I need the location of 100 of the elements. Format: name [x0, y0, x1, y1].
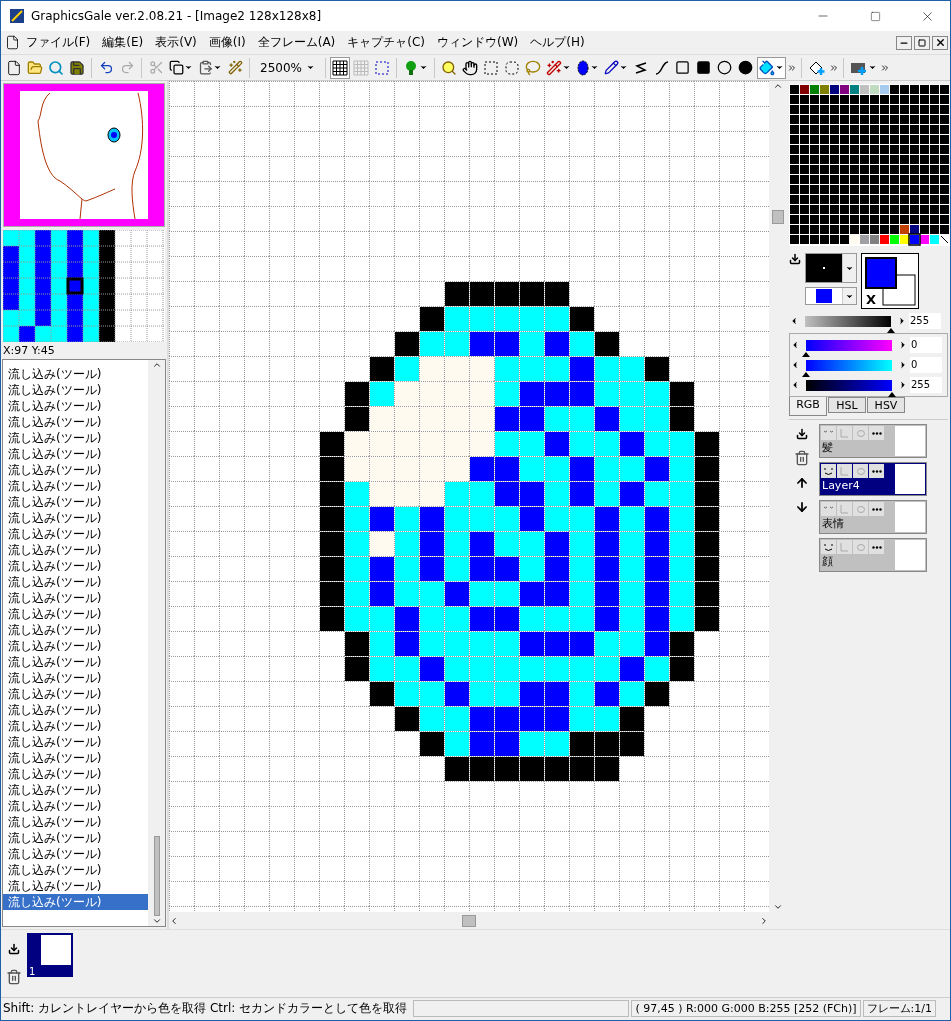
more-icon[interactable]	[828, 62, 839, 73]
download-icon[interactable]	[8, 942, 20, 955]
history-item[interactable]: 流し込み(ツール)	[3, 750, 148, 766]
slider-thumb[interactable]	[887, 327, 895, 333]
history-item[interactable]: 流し込み(ツール)	[3, 478, 148, 494]
menu-item[interactable]: ウィンドウ(W)	[431, 34, 525, 51]
fill-button[interactable]	[756, 56, 786, 79]
history-item[interactable]: 流し込み(ツール)	[3, 830, 148, 846]
history-item[interactable]: 流し込み(ツール)	[3, 734, 148, 750]
history-item[interactable]: 流し込み(ツール)	[3, 718, 148, 734]
history-item[interactable]: 流し込み(ツール)	[3, 686, 148, 702]
options-button[interactable]	[869, 426, 884, 440]
history-item[interactable]: 流し込み(ツール)	[3, 622, 148, 638]
value-field[interactable]: 0	[910, 357, 942, 373]
visibility-toggle[interactable]	[821, 502, 836, 516]
restore-button[interactable]	[914, 35, 930, 50]
history-item[interactable]: 流し込み(ツール)	[3, 862, 148, 878]
alpha-toggle[interactable]	[853, 464, 868, 478]
history-item[interactable]: 流し込み(ツール)	[3, 606, 148, 622]
color-selector[interactable]	[805, 287, 857, 305]
color-model-tab[interactable]: RGB	[789, 397, 827, 416]
options-button[interactable]	[869, 502, 884, 516]
document-icon[interactable]	[5, 35, 20, 50]
menu-item[interactable]: 編集(E)	[96, 34, 150, 51]
scroll-thumb[interactable]	[153, 836, 160, 916]
history-item[interactable]: 流し込み(ツール)	[3, 798, 148, 814]
value-field[interactable]: 255	[910, 377, 942, 393]
history-item[interactable]: 流し込み(ツール)	[3, 446, 148, 462]
visibility-toggle[interactable]	[821, 464, 836, 478]
app-icon	[9, 8, 25, 24]
history-item[interactable]: 流し込み(ツール)	[3, 542, 148, 558]
alpha-toggle[interactable]	[853, 540, 868, 554]
history-item[interactable]: 流し込み(ツール)	[3, 398, 148, 414]
history-item[interactable]: 流し込み(ツール)	[3, 510, 148, 526]
history-item[interactable]: 流し込み(ツール)	[3, 414, 148, 430]
scroll-thumb[interactable]	[771, 209, 784, 224]
lock-toggle[interactable]	[837, 426, 852, 440]
right-arrow-icon[interactable]	[897, 316, 907, 326]
history-item[interactable]: 流し込み(ツール)	[3, 558, 148, 574]
alpha-toggle[interactable]	[853, 426, 868, 440]
visibility-toggle[interactable]	[821, 540, 836, 554]
color-model-tab[interactable]: HSL	[828, 397, 866, 413]
menu-item[interactable]: キャプチャ(C)	[341, 34, 432, 51]
swap-label[interactable]: X	[866, 293, 877, 307]
download-icon[interactable]	[789, 253, 801, 265]
history-item[interactable]: 流し込み(ツール)	[3, 574, 148, 590]
color-palette[interactable]	[789, 84, 950, 246]
color-model-tab[interactable]: HSV	[867, 397, 905, 413]
frame-thumbnail[interactable]: 1	[27, 933, 73, 977]
download-icon[interactable]	[796, 428, 808, 440]
menu-item[interactable]: 表示(V)	[149, 34, 203, 51]
minimize-button[interactable]	[896, 35, 912, 50]
history-item[interactable]: 流し込み(ツール)	[3, 366, 148, 382]
history-item[interactable]: 流し込み(ツール)	[3, 878, 148, 894]
layer-item[interactable]: 表情	[819, 500, 927, 534]
history-item[interactable]: 流し込み(ツール)	[3, 670, 148, 686]
history-item[interactable]: 流し込み(ツール)	[3, 814, 148, 830]
alpha-toggle[interactable]	[853, 502, 868, 516]
options-button[interactable]	[869, 540, 884, 554]
history-item[interactable]: 流し込み(ツール)	[3, 382, 148, 398]
history-item[interactable]: 流し込み(ツール)	[3, 654, 148, 670]
history-item[interactable]: 流し込み(ツール)	[3, 702, 148, 718]
more-icon[interactable]	[879, 62, 890, 73]
layer-item[interactable]: Layer4	[819, 462, 927, 496]
pixel-canvas[interactable]	[169, 81, 769, 912]
history-item[interactable]: 流し込み(ツール)	[3, 782, 148, 798]
left-arrow-icon[interactable]	[789, 316, 799, 326]
history-item[interactable]: 流し込み(ツール)	[3, 590, 148, 606]
history-item[interactable]: 流し込み(ツール)	[3, 462, 148, 478]
grid-button[interactable]	[329, 56, 350, 79]
zoom-dropdown[interactable]: 2500%	[254, 56, 321, 79]
layer-item[interactable]: 髪	[819, 424, 927, 458]
options-button[interactable]	[869, 464, 884, 478]
trash-icon[interactable]	[6, 968, 22, 985]
value-field[interactable]: 255	[909, 313, 941, 329]
menu-item[interactable]: ヘルプ(H)	[524, 34, 591, 51]
history-item[interactable]: 流し込み(ツール)	[3, 526, 148, 542]
lock-toggle[interactable]	[837, 464, 852, 478]
lock-toggle[interactable]	[837, 502, 852, 516]
more-icon[interactable]	[786, 62, 797, 73]
layer-thumbnail	[895, 464, 925, 494]
menu-item[interactable]: 全フレーム(A)	[251, 34, 342, 51]
value-field[interactable]: 0	[910, 337, 942, 353]
brush-selector[interactable]	[805, 253, 857, 283]
color-swap-box[interactable]: X	[861, 253, 919, 309]
visibility-toggle[interactable]	[821, 426, 836, 440]
history-item[interactable]: 流し込み(ツール)	[3, 894, 148, 910]
history-item[interactable]: 流し込み(ツール)	[3, 430, 148, 446]
lock-toggle[interactable]	[837, 540, 852, 554]
menu-item[interactable]: ファイル(F)	[20, 34, 97, 51]
history-item[interactable]: 流し込み(ツール)	[3, 494, 148, 510]
menu-item[interactable]: 画像(I)	[202, 34, 252, 51]
trash-icon[interactable]	[794, 450, 810, 466]
scrollbar[interactable]	[148, 360, 165, 926]
layer-item[interactable]: 顔	[819, 538, 927, 572]
close-button[interactable]	[932, 35, 948, 50]
history-item[interactable]: 流し込み(ツール)	[3, 638, 148, 654]
history-item[interactable]: 流し込み(ツール)	[3, 766, 148, 782]
scroll-thumb[interactable]	[462, 914, 476, 927]
history-item[interactable]: 流し込み(ツール)	[3, 846, 148, 862]
